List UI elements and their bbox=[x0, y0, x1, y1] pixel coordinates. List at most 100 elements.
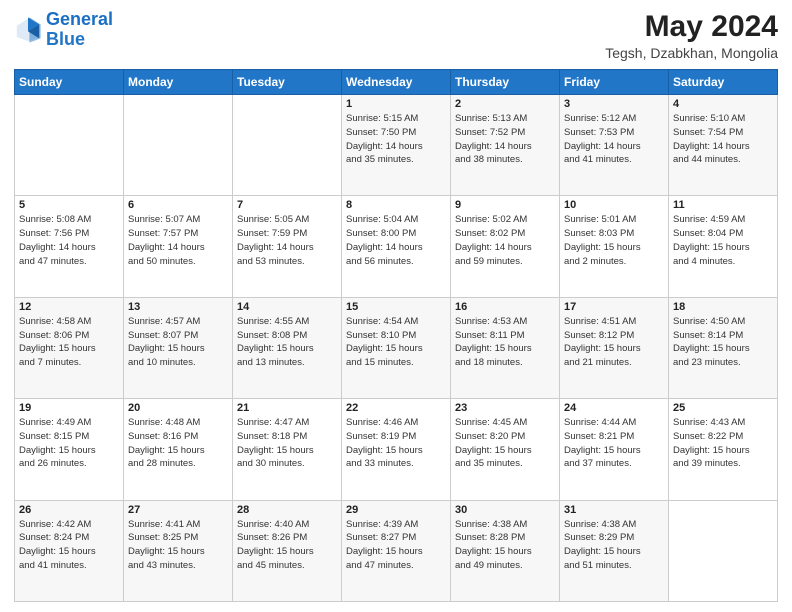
day-info: Sunrise: 4:53 AM Sunset: 8:11 PM Dayligh… bbox=[455, 315, 555, 370]
day-info: Sunrise: 4:41 AM Sunset: 8:25 PM Dayligh… bbox=[128, 518, 228, 573]
day-number: 7 bbox=[237, 199, 337, 211]
day-number: 26 bbox=[19, 504, 119, 516]
logo-icon bbox=[14, 16, 42, 44]
day-info: Sunrise: 4:46 AM Sunset: 8:19 PM Dayligh… bbox=[346, 416, 446, 471]
day-number: 14 bbox=[237, 301, 337, 313]
calendar-cell: 22Sunrise: 4:46 AM Sunset: 8:19 PM Dayli… bbox=[342, 399, 451, 500]
calendar-cell: 14Sunrise: 4:55 AM Sunset: 8:08 PM Dayli… bbox=[233, 297, 342, 398]
day-number: 9 bbox=[455, 199, 555, 211]
day-number: 6 bbox=[128, 199, 228, 211]
day-info: Sunrise: 4:47 AM Sunset: 8:18 PM Dayligh… bbox=[237, 416, 337, 471]
day-number: 23 bbox=[455, 402, 555, 414]
calendar-cell: 25 Sunrise: 4:43 AM Sunset: 8:22 PM Dayli… bbox=[669, 399, 778, 500]
day-number: 24 bbox=[564, 402, 664, 414]
logo: General Blue bbox=[14, 10, 113, 50]
calendar-cell: 26 Sunrise: 4:42 AM Sunset: 8:24 PM Dayli… bbox=[15, 500, 124, 601]
day-number: 18 bbox=[673, 301, 773, 313]
calendar-cell: 27 Sunrise: 4:41 AM Sunset: 8:25 PM Dayli… bbox=[124, 500, 233, 601]
day-number: 8 bbox=[346, 199, 446, 211]
logo-text: General Blue bbox=[46, 10, 113, 50]
calendar-cell: 31 Sunrise: 4:38 AM Sunset: 8:29 PM Dayli… bbox=[560, 500, 669, 601]
calendar-cell: 11Sunrise: 4:59 AM Sunset: 8:04 PM Dayli… bbox=[669, 196, 778, 297]
day-info: Sunrise: 5:01 AM Sunset: 8:03 PM Dayligh… bbox=[564, 213, 664, 268]
calendar-cell: 16 Sunrise: 4:53 AM Sunset: 8:11 PM Dayli… bbox=[451, 297, 560, 398]
day-info: Sunrise: 4:38 AM Sunset: 8:29 PM Dayligh… bbox=[564, 518, 664, 573]
day-info: Sunrise: 4:49 AM Sunset: 8:15 PM Dayligh… bbox=[19, 416, 119, 471]
location: Tegsh, Dzabkhan, Mongolia bbox=[605, 45, 778, 61]
day-number: 10 bbox=[564, 199, 664, 211]
day-number: 15 bbox=[346, 301, 446, 313]
calendar-cell: 8 Sunrise: 5:04 AM Sunset: 8:00 PM Daylig… bbox=[342, 196, 451, 297]
calendar-cell: 3 Sunrise: 5:12 AM Sunset: 7:53 PM Daylig… bbox=[560, 95, 669, 196]
calendar-week-4: 26 Sunrise: 4:42 AM Sunset: 8:24 PM Dayli… bbox=[15, 500, 778, 601]
day-info: Sunrise: 4:51 AM Sunset: 8:12 PM Dayligh… bbox=[564, 315, 664, 370]
page: General Blue May 2024 Tegsh, Dzabkhan, M… bbox=[0, 0, 792, 612]
day-number: 3 bbox=[564, 98, 664, 110]
calendar-cell: 6 Sunrise: 5:07 AM Sunset: 7:57 PM Daylig… bbox=[124, 196, 233, 297]
title-block: May 2024 Tegsh, Dzabkhan, Mongolia bbox=[605, 10, 778, 61]
day-number: 1 bbox=[346, 98, 446, 110]
calendar-cell: 28Sunrise: 4:40 AM Sunset: 8:26 PM Dayli… bbox=[233, 500, 342, 601]
day-number: 19 bbox=[19, 402, 119, 414]
day-info: Sunrise: 5:15 AM Sunset: 7:50 PM Dayligh… bbox=[346, 112, 446, 167]
calendar-week-1: 5 Sunrise: 5:08 AM Sunset: 7:56 PM Daylig… bbox=[15, 196, 778, 297]
calendar-cell: 10 Sunrise: 5:01 AM Sunset: 8:03 PM Dayli… bbox=[560, 196, 669, 297]
day-info: Sunrise: 5:10 AM Sunset: 7:54 PM Dayligh… bbox=[673, 112, 773, 167]
day-info: Sunrise: 5:04 AM Sunset: 8:00 PM Dayligh… bbox=[346, 213, 446, 268]
day-number: 30 bbox=[455, 504, 555, 516]
day-info: Sunrise: 5:05 AM Sunset: 7:59 PM Dayligh… bbox=[237, 213, 337, 268]
day-info: Sunrise: 5:12 AM Sunset: 7:53 PM Dayligh… bbox=[564, 112, 664, 167]
calendar-cell: 7 Sunrise: 5:05 AM Sunset: 7:59 PM Daylig… bbox=[233, 196, 342, 297]
weekday-header-monday: Monday bbox=[124, 70, 233, 95]
calendar-week-0: 1 Sunrise: 5:15 AM Sunset: 7:50 PM Daylig… bbox=[15, 95, 778, 196]
day-number: 16 bbox=[455, 301, 555, 313]
day-number: 12 bbox=[19, 301, 119, 313]
weekday-header-row: SundayMondayTuesdayWednesdayThursdayFrid… bbox=[15, 70, 778, 95]
weekday-header-tuesday: Tuesday bbox=[233, 70, 342, 95]
calendar-cell: 2 Sunrise: 5:13 AM Sunset: 7:52 PM Daylig… bbox=[451, 95, 560, 196]
day-number: 13 bbox=[128, 301, 228, 313]
day-info: Sunrise: 4:59 AM Sunset: 8:04 PM Dayligh… bbox=[673, 213, 773, 268]
day-number: 25 bbox=[673, 402, 773, 414]
calendar-cell bbox=[15, 95, 124, 196]
header: General Blue May 2024 Tegsh, Dzabkhan, M… bbox=[14, 10, 778, 61]
day-number: 5 bbox=[19, 199, 119, 211]
day-info: Sunrise: 5:13 AM Sunset: 7:52 PM Dayligh… bbox=[455, 112, 555, 167]
weekday-header-thursday: Thursday bbox=[451, 70, 560, 95]
day-info: Sunrise: 4:39 AM Sunset: 8:27 PM Dayligh… bbox=[346, 518, 446, 573]
calendar-cell: 20Sunrise: 4:48 AM Sunset: 8:16 PM Dayli… bbox=[124, 399, 233, 500]
day-number: 28 bbox=[237, 504, 337, 516]
day-number: 31 bbox=[564, 504, 664, 516]
day-info: Sunrise: 4:57 AM Sunset: 8:07 PM Dayligh… bbox=[128, 315, 228, 370]
day-info: Sunrise: 4:38 AM Sunset: 8:28 PM Dayligh… bbox=[455, 518, 555, 573]
day-number: 20 bbox=[128, 402, 228, 414]
day-number: 21 bbox=[237, 402, 337, 414]
day-info: Sunrise: 4:43 AM Sunset: 8:22 PM Dayligh… bbox=[673, 416, 773, 471]
calendar-cell: 4 Sunrise: 5:10 AM Sunset: 7:54 PM Daylig… bbox=[669, 95, 778, 196]
calendar-cell: 5 Sunrise: 5:08 AM Sunset: 7:56 PM Daylig… bbox=[15, 196, 124, 297]
day-number: 27 bbox=[128, 504, 228, 516]
day-info: Sunrise: 4:42 AM Sunset: 8:24 PM Dayligh… bbox=[19, 518, 119, 573]
calendar-week-3: 19 Sunrise: 4:49 AM Sunset: 8:15 PM Dayli… bbox=[15, 399, 778, 500]
calendar-cell: 24Sunrise: 4:44 AM Sunset: 8:21 PM Dayli… bbox=[560, 399, 669, 500]
day-info: Sunrise: 4:45 AM Sunset: 8:20 PM Dayligh… bbox=[455, 416, 555, 471]
calendar-cell bbox=[233, 95, 342, 196]
calendar-cell: 9Sunrise: 5:02 AM Sunset: 8:02 PM Daylig… bbox=[451, 196, 560, 297]
calendar-cell: 30 Sunrise: 4:38 AM Sunset: 8:28 PM Dayli… bbox=[451, 500, 560, 601]
day-number: 4 bbox=[673, 98, 773, 110]
calendar-cell: 29Sunrise: 4:39 AM Sunset: 8:27 PM Dayli… bbox=[342, 500, 451, 601]
day-number: 2 bbox=[455, 98, 555, 110]
calendar-cell bbox=[124, 95, 233, 196]
month-year: May 2024 bbox=[605, 10, 778, 43]
calendar-cell: 18Sunrise: 4:50 AM Sunset: 8:14 PM Dayli… bbox=[669, 297, 778, 398]
day-info: Sunrise: 5:08 AM Sunset: 7:56 PM Dayligh… bbox=[19, 213, 119, 268]
weekday-header-wednesday: Wednesday bbox=[342, 70, 451, 95]
calendar-cell bbox=[669, 500, 778, 601]
day-info: Sunrise: 5:07 AM Sunset: 7:57 PM Dayligh… bbox=[128, 213, 228, 268]
calendar-cell: 23 Sunrise: 4:45 AM Sunset: 8:20 PM Dayli… bbox=[451, 399, 560, 500]
calendar-cell: 15Sunrise: 4:54 AM Sunset: 8:10 PM Dayli… bbox=[342, 297, 451, 398]
calendar-cell: 17Sunrise: 4:51 AM Sunset: 8:12 PM Dayli… bbox=[560, 297, 669, 398]
calendar-cell: 21 Sunrise: 4:47 AM Sunset: 8:18 PM Dayli… bbox=[233, 399, 342, 500]
calendar-table: SundayMondayTuesdayWednesdayThursdayFrid… bbox=[14, 69, 778, 602]
calendar-cell: 19 Sunrise: 4:49 AM Sunset: 8:15 PM Dayli… bbox=[15, 399, 124, 500]
